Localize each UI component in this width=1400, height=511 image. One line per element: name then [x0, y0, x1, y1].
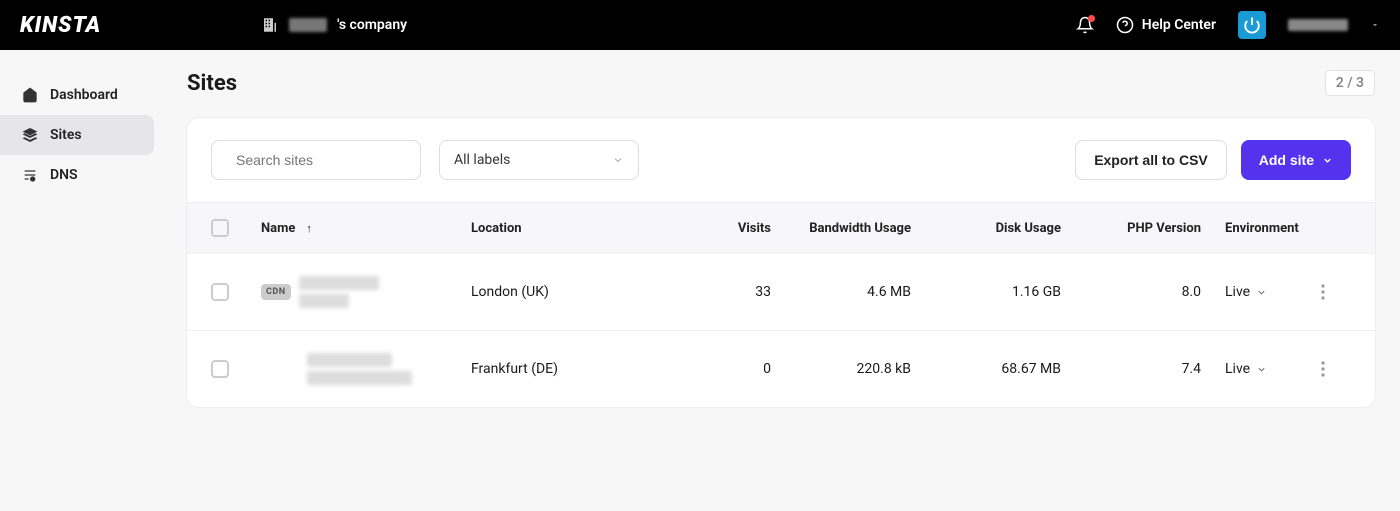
notification-dot — [1088, 15, 1095, 22]
cell-php: 7.4 — [1061, 361, 1201, 377]
cell-visits: 33 — [681, 284, 771, 300]
table-header: Name ↑ Location Visits Bandwidth Usage D… — [187, 202, 1375, 253]
company-selector[interactable]: 's company — [261, 16, 407, 34]
table-row[interactable]: Frankfurt (DE) 0 220.8 kB 68.67 MB 7.4 L… — [187, 330, 1375, 407]
row-checkbox[interactable] — [211, 360, 229, 378]
brand-logo: KINSTA — [20, 13, 101, 38]
column-label: Name — [261, 221, 295, 236]
column-header-environment[interactable]: Environment — [1201, 221, 1321, 236]
building-icon — [261, 16, 279, 34]
company-suffix: 's company — [337, 17, 407, 33]
cell-environment[interactable]: Live — [1201, 361, 1321, 377]
row-actions-menu[interactable] — [1321, 361, 1325, 377]
environment-value: Live — [1225, 361, 1250, 377]
labels-select-value: All labels — [454, 152, 510, 168]
chevron-down-icon — [1322, 155, 1333, 166]
table-row[interactable]: CDN London (UK) 33 4.6 MB 1.16 GB 8.0 Li… — [187, 253, 1375, 330]
sidebar-item-dashboard[interactable]: Dashboard — [0, 75, 154, 115]
user-avatar[interactable] — [1238, 11, 1266, 39]
search-input[interactable] — [236, 152, 417, 168]
help-icon — [1116, 16, 1134, 34]
export-csv-label: Export all to CSV — [1094, 152, 1208, 168]
column-header-visits[interactable]: Visits — [681, 221, 771, 236]
sidebar-item-dns[interactable]: DNS — [0, 155, 154, 195]
dns-icon — [22, 167, 38, 183]
cell-visits: 0 — [681, 361, 771, 377]
cell-environment[interactable]: Live — [1201, 284, 1321, 300]
sidebar-item-label: DNS — [50, 167, 78, 183]
home-icon — [22, 87, 38, 103]
cell-bandwidth: 4.6 MB — [771, 284, 911, 300]
add-site-label: Add site — [1259, 152, 1314, 168]
header-actions: Help Center — [1076, 11, 1380, 39]
site-name-redacted — [307, 353, 412, 385]
cell-bandwidth: 220.8 kB — [771, 361, 911, 377]
sites-card: All labels Export all to CSV Add site — [187, 118, 1375, 407]
sort-ascending-icon: ↑ — [306, 222, 312, 235]
help-center-label: Help Center — [1142, 17, 1216, 33]
company-name-redacted — [289, 18, 327, 32]
column-header-name[interactable]: Name ↑ — [261, 221, 471, 236]
sidebar-item-sites[interactable]: Sites — [0, 115, 154, 155]
export-csv-button[interactable]: Export all to CSV — [1075, 140, 1227, 180]
chevron-down-icon[interactable] — [1370, 20, 1380, 30]
chevron-down-icon — [612, 154, 624, 166]
sidebar-item-label: Dashboard — [50, 87, 118, 103]
sidebar-item-label: Sites — [50, 127, 82, 143]
chevron-down-icon — [1256, 287, 1267, 298]
site-name-redacted — [299, 276, 379, 308]
select-all-checkbox[interactable] — [211, 219, 229, 237]
chevron-down-icon — [1256, 364, 1267, 375]
column-header-bandwidth[interactable]: Bandwidth Usage — [771, 221, 911, 236]
cell-php: 8.0 — [1061, 284, 1201, 300]
toolbar: All labels Export all to CSV Add site — [187, 118, 1375, 202]
row-checkbox[interactable] — [211, 283, 229, 301]
search-input-wrap[interactable] — [211, 140, 421, 180]
cell-disk: 1.16 GB — [911, 284, 1061, 300]
page-title: Sites — [187, 71, 237, 96]
column-header-php[interactable]: PHP Version — [1061, 221, 1201, 236]
row-actions-menu[interactable] — [1321, 284, 1325, 300]
main-content: Sites 2 / 3 All labels Export all to CSV — [162, 50, 1400, 437]
sidebar: Dashboard Sites DNS — [0, 50, 162, 437]
column-header-location[interactable]: Location — [471, 221, 681, 236]
app-header: KINSTA 's company Help Center — [0, 0, 1400, 50]
cell-disk: 68.67 MB — [911, 361, 1061, 377]
page-header: Sites 2 / 3 — [187, 70, 1375, 96]
cell-location: London (UK) — [471, 284, 681, 300]
cdn-badge: CDN — [261, 284, 291, 300]
add-site-button[interactable]: Add site — [1241, 140, 1351, 180]
help-center-link[interactable]: Help Center — [1116, 16, 1216, 34]
cell-location: Frankfurt (DE) — [471, 361, 681, 377]
page-counter: 2 / 3 — [1325, 70, 1375, 96]
column-header-disk[interactable]: Disk Usage — [911, 221, 1061, 236]
power-icon — [1243, 16, 1261, 34]
environment-value: Live — [1225, 284, 1250, 300]
notifications-button[interactable] — [1076, 16, 1094, 34]
labels-select[interactable]: All labels — [439, 140, 639, 180]
user-name-redacted — [1288, 19, 1348, 31]
layers-icon — [22, 127, 38, 143]
